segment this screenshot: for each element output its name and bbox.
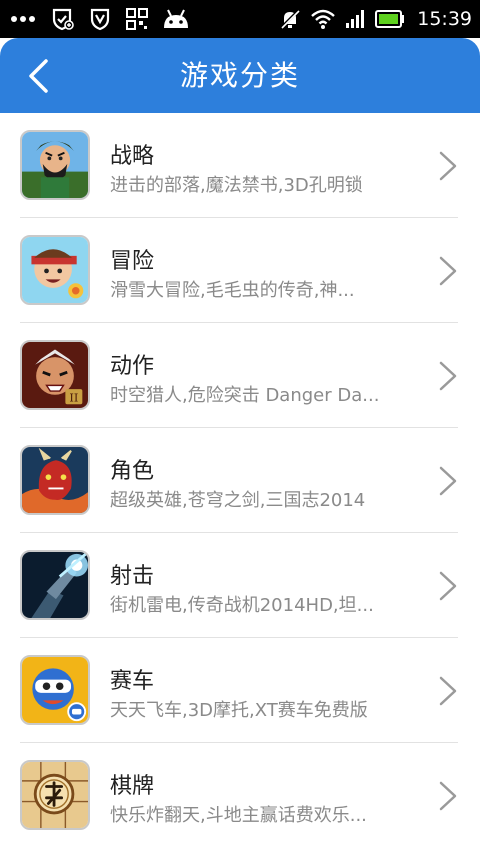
status-time: 15:39 bbox=[417, 8, 472, 30]
list-item-rpg[interactable]: 角色 超级英雄,苍穹之剑,三国志2014 bbox=[0, 428, 480, 533]
category-description: 街机雷电,传奇战机2014HD,坦... bbox=[110, 595, 374, 616]
status-bar-right: 15:39 bbox=[279, 0, 472, 38]
list-item-board-card[interactable]: 棋牌 快乐炸翻天,斗地主赢话费欢乐... bbox=[0, 743, 480, 848]
more-dots-icon bbox=[10, 15, 36, 23]
category-description: 进击的部落,魔法禁书,3D孔明锁 bbox=[110, 175, 363, 196]
header-bar: 游戏分类 bbox=[0, 38, 480, 113]
page-title: 游戏分类 bbox=[179, 59, 300, 92]
chevron-right-icon bbox=[439, 151, 457, 181]
svg-text:II: II bbox=[69, 391, 78, 404]
status-bar-left bbox=[10, 0, 190, 38]
category-title: 角色 bbox=[110, 459, 155, 484]
android-icon bbox=[162, 9, 190, 29]
adventure-game-icon bbox=[20, 235, 90, 305]
category-description: 快乐炸翻天,斗地主赢话费欢乐... bbox=[110, 805, 367, 826]
chevron-right-icon bbox=[439, 781, 457, 811]
battery-icon bbox=[375, 10, 405, 28]
chevron-right-icon bbox=[439, 466, 457, 496]
category-title: 冒险 bbox=[110, 249, 155, 274]
list-item-strategy[interactable]: 战略 进击的部落,魔法禁书,3D孔明锁 bbox=[0, 113, 480, 218]
chevron-right-icon bbox=[439, 571, 457, 601]
category-list: 战略 进击的部落,魔法禁书,3D孔明锁 冒险 滑雪大冒险,毛毛虫的传奇,神...… bbox=[0, 113, 480, 848]
qr-grid-icon bbox=[126, 8, 148, 30]
category-description: 天天飞车,3D摩托,XT赛车免费版 bbox=[110, 700, 368, 721]
rpg-game-icon bbox=[20, 445, 90, 515]
status-bar: 15:39 bbox=[0, 0, 480, 38]
shooting-game-icon bbox=[20, 550, 90, 620]
category-description: 时空猎人,危险突击 Danger Da... bbox=[110, 385, 380, 406]
category-title: 动作 bbox=[110, 354, 155, 379]
action-game-icon: II bbox=[20, 340, 90, 410]
board-card-game-icon bbox=[20, 760, 90, 830]
bell-muted-icon bbox=[279, 8, 301, 30]
shield-v-icon bbox=[88, 7, 112, 31]
category-title: 棋牌 bbox=[110, 774, 155, 799]
shield-plus-icon bbox=[50, 7, 74, 31]
category-title: 战略 bbox=[110, 144, 155, 169]
strategy-game-icon bbox=[20, 130, 90, 200]
list-item-racing[interactable]: 赛车 天天飞车,3D摩托,XT赛车免费版 bbox=[0, 638, 480, 743]
category-description: 滑雪大冒险,毛毛虫的传奇,神... bbox=[110, 280, 355, 301]
list-item-action[interactable]: II 动作 时空猎人,危险突击 Danger Da... bbox=[0, 323, 480, 428]
wifi-icon bbox=[311, 9, 336, 29]
chevron-right-icon bbox=[439, 361, 457, 391]
chevron-right-icon bbox=[439, 256, 457, 286]
category-description: 超级英雄,苍穹之剑,三国志2014 bbox=[110, 490, 366, 511]
list-item-adventure[interactable]: 冒险 滑雪大冒险,毛毛虫的传奇,神... bbox=[0, 218, 480, 323]
signal-icon bbox=[345, 9, 365, 29]
list-item-shooting[interactable]: 射击 街机雷电,传奇战机2014HD,坦... bbox=[0, 533, 480, 638]
category-title: 射击 bbox=[110, 564, 155, 589]
racing-game-icon bbox=[20, 655, 90, 725]
chevron-right-icon bbox=[439, 676, 457, 706]
category-title: 赛车 bbox=[110, 669, 155, 694]
